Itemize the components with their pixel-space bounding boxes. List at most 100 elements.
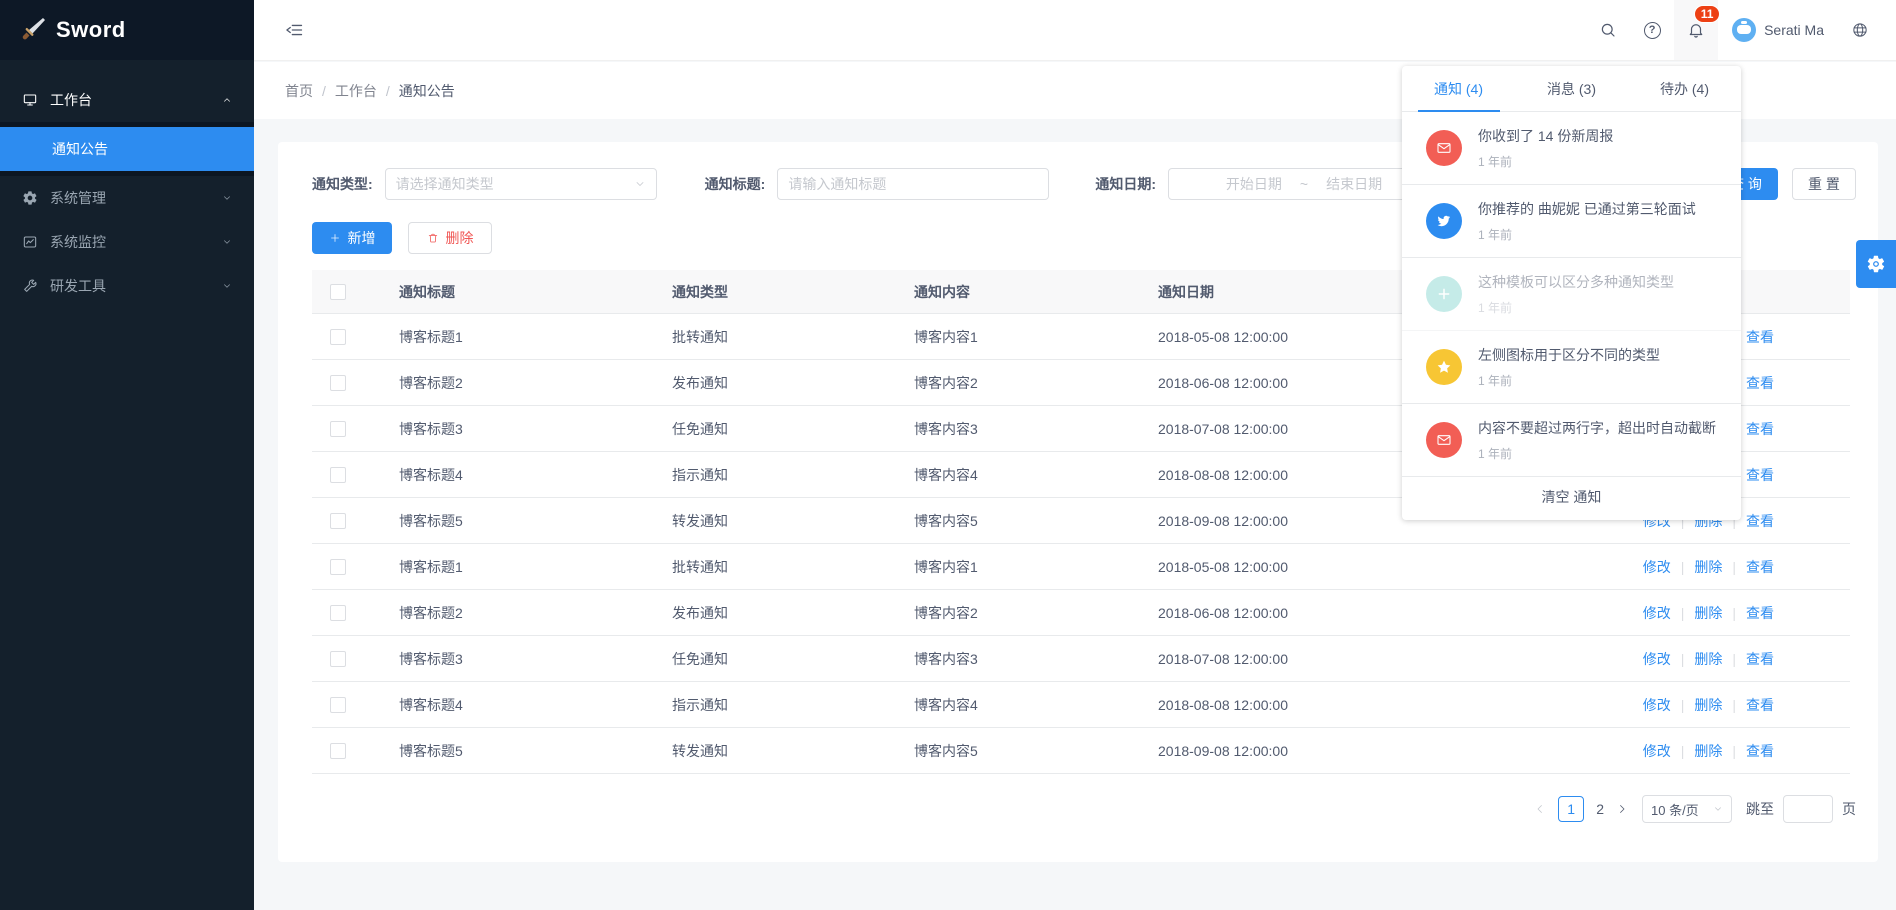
- sidebar-item-system-admin[interactable]: 系统管理: [0, 176, 254, 220]
- tab-todos[interactable]: 待办 (4): [1628, 66, 1741, 111]
- breadcrumb-workbench[interactable]: 工作台: [335, 81, 377, 101]
- notification-item[interactable]: 左侧图标用于区分不同的类型 1 年前: [1402, 331, 1741, 404]
- page-1-button[interactable]: 1: [1558, 796, 1584, 822]
- tab-messages[interactable]: 消息 (3): [1515, 66, 1628, 111]
- plus-icon: [1426, 276, 1462, 312]
- notification-item[interactable]: 这种模板可以区分多种通知类型 1 年前: [1402, 258, 1741, 331]
- jump-to-input[interactable]: [1783, 795, 1833, 823]
- notice-title-input[interactable]: [779, 170, 1047, 198]
- delete-link[interactable]: 删除: [1694, 695, 1722, 715]
- chevron-down-icon: [222, 193, 232, 203]
- sidebar-item-notice[interactable]: 通知公告: [0, 127, 254, 171]
- collapse-sidebar-icon[interactable]: [284, 20, 304, 40]
- delete-link[interactable]: 删除: [1694, 603, 1722, 623]
- user-menu[interactable]: Serati Ma: [1718, 0, 1838, 60]
- table-row: 博客标题1 批转通知 博客内容1 2018-05-08 12:00:00 修改|…: [312, 544, 1850, 590]
- chevron-down-icon: [634, 178, 646, 190]
- notification-count-badge: 11: [1694, 5, 1720, 23]
- add-button[interactable]: 新增: [312, 222, 392, 254]
- notification-item[interactable]: 你推荐的 曲妮妮 已通过第三轮面试 1 年前: [1402, 185, 1741, 258]
- view-link[interactable]: 查看: [1746, 419, 1774, 439]
- page-2-button[interactable]: 2: [1596, 801, 1604, 817]
- sidebar-item-workbench[interactable]: 工作台: [0, 78, 254, 122]
- wrench-icon: [22, 278, 38, 294]
- row-checkbox[interactable]: [330, 651, 346, 667]
- row-checkbox[interactable]: [330, 375, 346, 391]
- notification-item[interactable]: 内容不要超过两行字，超出时自动截断 1 年前: [1402, 404, 1741, 477]
- view-link[interactable]: 查看: [1746, 649, 1774, 669]
- table-row: 博客标题4 指示通知 博客内容4 2018-08-08 12:00:00 修改|…: [312, 682, 1850, 728]
- bell-icon: [1687, 21, 1705, 39]
- app-title: Sword: [56, 17, 126, 43]
- table-row: 博客标题3 任免通知 博客内容3 2018-07-08 12:00:00 修改|…: [312, 636, 1850, 682]
- edit-link[interactable]: 修改: [1643, 741, 1671, 761]
- select-all-checkbox[interactable]: [330, 284, 346, 300]
- clear-notifications-button[interactable]: 清空 通知: [1402, 477, 1741, 517]
- view-link[interactable]: 查看: [1746, 327, 1774, 347]
- notice-title-input-wrap: [777, 168, 1049, 200]
- delete-link[interactable]: 删除: [1694, 557, 1722, 577]
- star-icon: [1426, 349, 1462, 385]
- breadcrumb-current: 通知公告: [399, 81, 455, 101]
- gear-icon: [22, 190, 38, 206]
- sidebar-item-dev-tools[interactable]: 研发工具: [0, 264, 254, 308]
- view-link[interactable]: 查看: [1746, 373, 1774, 393]
- table-row: 博客标题5 转发通知 博客内容5 2018-09-08 12:00:00 修改|…: [312, 728, 1850, 774]
- edit-link[interactable]: 修改: [1643, 557, 1671, 577]
- mail-icon: [1426, 130, 1462, 166]
- app-root: Sword 工作台 通知公告 系统管理 系统监控: [0, 0, 1896, 910]
- row-checkbox[interactable]: [330, 421, 346, 437]
- settings-drawer-button[interactable]: [1856, 240, 1896, 288]
- logo[interactable]: Sword: [0, 0, 254, 60]
- tab-notifications[interactable]: 通知 (4): [1402, 66, 1515, 111]
- filter-type-label: 通知类型:: [312, 174, 373, 194]
- sidebar: Sword 工作台 通知公告 系统管理 系统监控: [0, 0, 254, 910]
- monitor-icon: [22, 92, 38, 108]
- view-link[interactable]: 查看: [1746, 511, 1774, 531]
- notice-type-select[interactable]: 请选择通知类型: [385, 168, 657, 200]
- next-page-icon[interactable]: [1616, 803, 1628, 815]
- sidebar-menu: 工作台 通知公告 系统管理 系统监控 研发工具: [0, 60, 254, 308]
- edit-link[interactable]: 修改: [1643, 695, 1671, 715]
- sword-logo-icon: [20, 16, 46, 45]
- search-icon[interactable]: [1586, 0, 1630, 60]
- view-link[interactable]: 查看: [1746, 557, 1774, 577]
- breadcrumb-home[interactable]: 首页: [285, 81, 313, 101]
- row-checkbox[interactable]: [330, 605, 346, 621]
- view-link[interactable]: 查看: [1746, 465, 1774, 485]
- edit-link[interactable]: 修改: [1643, 603, 1671, 623]
- page-size-select[interactable]: 10 条/页: [1642, 795, 1732, 823]
- edit-link[interactable]: 修改: [1643, 649, 1671, 669]
- mail-icon: [1426, 422, 1462, 458]
- notification-item[interactable]: 你收到了 14 份新周报 1 年前: [1402, 112, 1741, 185]
- view-link[interactable]: 查看: [1746, 741, 1774, 761]
- delete-link[interactable]: 删除: [1694, 741, 1722, 761]
- row-checkbox[interactable]: [330, 559, 346, 575]
- delete-link[interactable]: 删除: [1694, 649, 1722, 669]
- notice-date-range-picker[interactable]: 开始日期 ~ 结束日期: [1168, 168, 1440, 200]
- filter-title-label: 通知标题:: [705, 174, 766, 194]
- user-name: Serati Ma: [1764, 22, 1824, 38]
- language-globe-icon[interactable]: [1838, 0, 1882, 60]
- row-checkbox[interactable]: [330, 743, 346, 759]
- chevron-down-icon: [1713, 804, 1723, 814]
- row-checkbox[interactable]: [330, 513, 346, 529]
- chevron-down-icon: [222, 281, 232, 291]
- row-checkbox[interactable]: [330, 467, 346, 483]
- help-icon[interactable]: [1630, 0, 1674, 60]
- view-link[interactable]: 查看: [1746, 603, 1774, 623]
- gear-icon: [1866, 254, 1886, 274]
- row-checkbox[interactable]: [330, 697, 346, 713]
- notifications-bell-button[interactable]: 11: [1674, 0, 1718, 60]
- sidebar-item-system-monitor[interactable]: 系统监控: [0, 220, 254, 264]
- topbar-actions: 11 Serati Ma: [1586, 0, 1896, 60]
- avatar: [1732, 18, 1756, 42]
- row-checkbox[interactable]: [330, 329, 346, 345]
- sidebar-submenu-workbench: 通知公告: [0, 122, 254, 176]
- view-link[interactable]: 查看: [1746, 695, 1774, 715]
- prev-page-icon[interactable]: [1534, 803, 1546, 815]
- delete-button[interactable]: 删除: [408, 222, 492, 254]
- reset-button[interactable]: 重 置: [1792, 168, 1856, 200]
- active-tab-indicator: [1418, 110, 1500, 112]
- chevron-down-icon: [222, 237, 232, 247]
